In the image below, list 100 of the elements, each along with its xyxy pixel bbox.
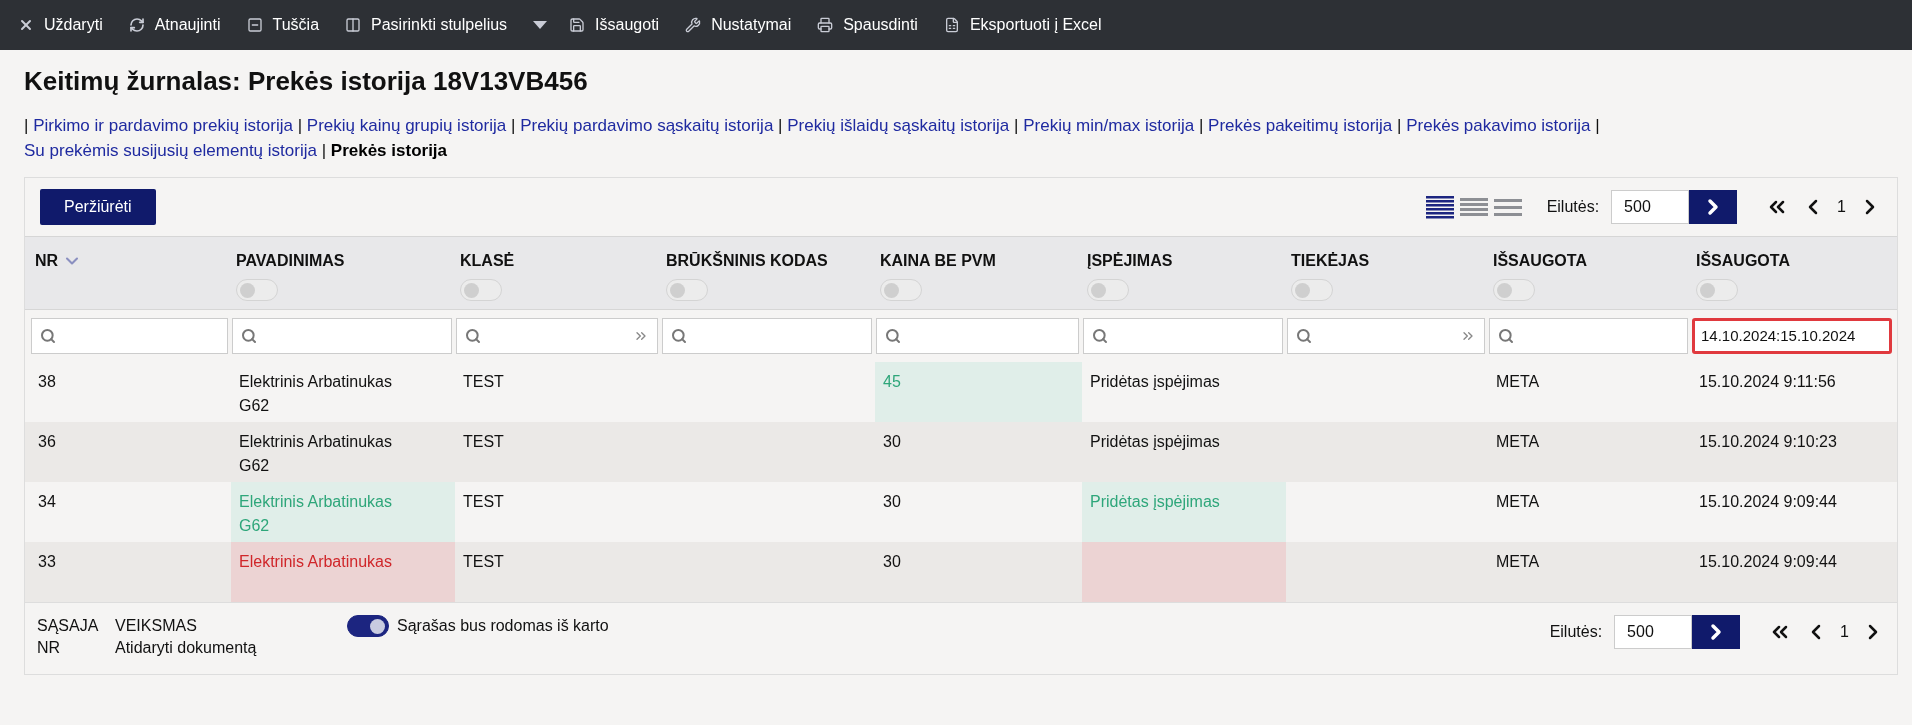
table-cell-text: Pridėtas įspėjimas	[1089, 372, 1221, 392]
view-button[interactable]: Peržiūrėti	[40, 189, 156, 225]
column-header[interactable]: ĮSPĖJIMAS	[1087, 249, 1173, 273]
filter-field[interactable]	[232, 318, 452, 354]
table-cell-text: 15.10.2024 9:11:56	[1698, 372, 1837, 392]
save-icon	[569, 17, 586, 33]
separator: |	[778, 116, 783, 135]
column-header[interactable]: IŠSAUGOTA	[1696, 249, 1790, 273]
separator: |	[297, 116, 303, 135]
separator: |	[1595, 116, 1600, 135]
table-cell-text: Pridėtas įspėjimas	[1089, 432, 1221, 452]
toolbar-button[interactable]: Nustatymai	[679, 0, 798, 50]
search-icon	[1092, 328, 1108, 344]
separator: |	[511, 116, 516, 135]
filter-value: 14.10.2024:15.10.2024	[1701, 325, 1856, 346]
table-cell-text: 15.10.2024 9:09:44	[1698, 552, 1838, 572]
toolbar-button[interactable]: Tuščia	[240, 0, 326, 50]
column-header[interactable]: NR	[35, 249, 59, 273]
search-icon	[885, 328, 901, 344]
table-cell-text: Elektrinis Arbatinukas G62	[238, 432, 393, 476]
page-number: 1	[1837, 197, 1846, 217]
filter-field[interactable]	[456, 318, 658, 354]
separator: |	[24, 116, 29, 135]
history-link[interactable]: Pirkimo ir pardavimo prekių istorija	[33, 116, 293, 135]
table-cell-text: Elektrinis Arbatinukas G62	[238, 372, 393, 416]
column-header[interactable]: KAINA BE PVM	[880, 249, 996, 273]
column-header[interactable]: BRŪKŠNINIS KODAS	[666, 249, 828, 273]
search-icon	[1296, 328, 1312, 344]
table-cell-text: 33	[37, 552, 57, 572]
legend-text: SĄSAJA NR	[37, 616, 100, 658]
table-cell-text: TEST	[462, 492, 505, 512]
toolbar-button[interactable]: Spausdinti	[811, 0, 924, 50]
table-cell-text: META	[1495, 552, 1541, 572]
table-cell-text: 36	[37, 432, 57, 452]
footer-page-number: 1	[1840, 622, 1849, 642]
history-link[interactable]: Prekių pardavimo sąskaitų istorija	[520, 116, 774, 135]
row-density-icon[interactable]	[1424, 194, 1455, 220]
refresh-icon	[128, 17, 145, 33]
print-icon	[817, 17, 834, 33]
changed-cell: Elektrinis Arbatinukas	[231, 542, 455, 602]
go-button[interactable]	[1692, 615, 1741, 649]
toggle-label: Sąrašas bus rodomas iš karto	[397, 616, 609, 636]
history-link[interactable]: Prekių kainų grupių istorija	[306, 116, 507, 135]
filter-field[interactable]	[1489, 318, 1688, 354]
table-cell-text: 38	[37, 372, 57, 392]
column-header[interactable]: KLASĖ	[460, 249, 515, 273]
spreadsheet-file-icon	[943, 17, 960, 33]
history-link[interactable]: Prekių išlaidų sąskaitų istorija	[787, 116, 1010, 135]
wrench-icon	[685, 17, 702, 33]
table-cell-text: TEST	[462, 432, 505, 452]
search-icon	[465, 328, 481, 344]
separator: |	[1397, 116, 1402, 135]
go-button[interactable]	[1689, 190, 1738, 224]
page-title: Keitimų žurnalas: Prekės istorija 18V13VB456	[24, 65, 589, 98]
current-page-link[interactable]: Prekės istorija	[330, 141, 448, 160]
table-cell-text: 15.10.2024 9:09:44	[1698, 492, 1838, 512]
rows-label: Eilutės:	[1546, 197, 1600, 217]
changed-cell: Elektrinis Arbatinukas G62	[231, 482, 455, 542]
search-icon	[241, 328, 257, 344]
history-link[interactable]: Su prekėmis susijusių elementų istorija	[24, 141, 317, 160]
close-icon	[18, 17, 34, 33]
column-header[interactable]: TIEKĖJAS	[1291, 249, 1370, 273]
toolbar-button[interactable]: Uždaryti	[12, 0, 109, 50]
column-header[interactable]: PAVADINIMAS	[236, 249, 345, 273]
search-icon	[671, 328, 687, 344]
search-icon	[1498, 328, 1514, 344]
table-cell-text: 30	[882, 492, 902, 512]
filter-field[interactable]	[31, 318, 228, 354]
toolbar-button[interactable]: Išsaugoti	[563, 0, 666, 50]
filter-field[interactable]	[876, 318, 1079, 354]
columns-icon	[345, 17, 362, 33]
separator: |	[321, 141, 327, 160]
rows-field[interactable]: 500	[1611, 190, 1690, 224]
caret-icon	[533, 21, 548, 29]
rows-field[interactable]: 500	[1614, 615, 1693, 649]
filter-field[interactable]: 14.10.2024:15.10.2024	[1692, 318, 1892, 354]
table-cell-text: 34	[37, 492, 57, 512]
changed-cell: Pridėtas įspėjimas	[1082, 482, 1286, 542]
toolbar-button[interactable]: Atnaujinti	[122, 0, 227, 50]
filter-field[interactable]	[1083, 318, 1283, 354]
table-cell-text: 30	[882, 432, 902, 452]
history-link[interactable]: Prekės pakavimo istorija	[1406, 116, 1591, 135]
history-link[interactable]: Prekių min/max istorija	[1023, 116, 1195, 135]
column-header[interactable]: IŠSAUGOTA	[1493, 249, 1587, 273]
filter-field[interactable]	[662, 318, 872, 354]
table-cell-text: 30	[882, 552, 902, 572]
rows-label: Eilutės:	[1549, 622, 1603, 642]
toolbar-button[interactable]: Eksportuoti į Excel	[937, 0, 1108, 50]
legend-text: VEIKSMAS	[115, 616, 198, 636]
table-cell-text: TEST	[462, 372, 505, 392]
separator: |	[1014, 116, 1019, 135]
filter-field[interactable]	[1287, 318, 1485, 354]
toolbar-button[interactable]: Pasirinkti stulpelius	[339, 0, 514, 50]
legend-text: Atidaryti dokumentą	[115, 638, 258, 658]
changed-cell: 45	[875, 362, 1082, 422]
table-cell-text: TEST	[462, 552, 505, 572]
table-cell-text: META	[1495, 492, 1541, 512]
separator: |	[1198, 116, 1204, 135]
toggle-switch[interactable]	[347, 615, 389, 637]
history-link[interactable]: Prekės pakeitimų istorija	[1208, 116, 1393, 135]
